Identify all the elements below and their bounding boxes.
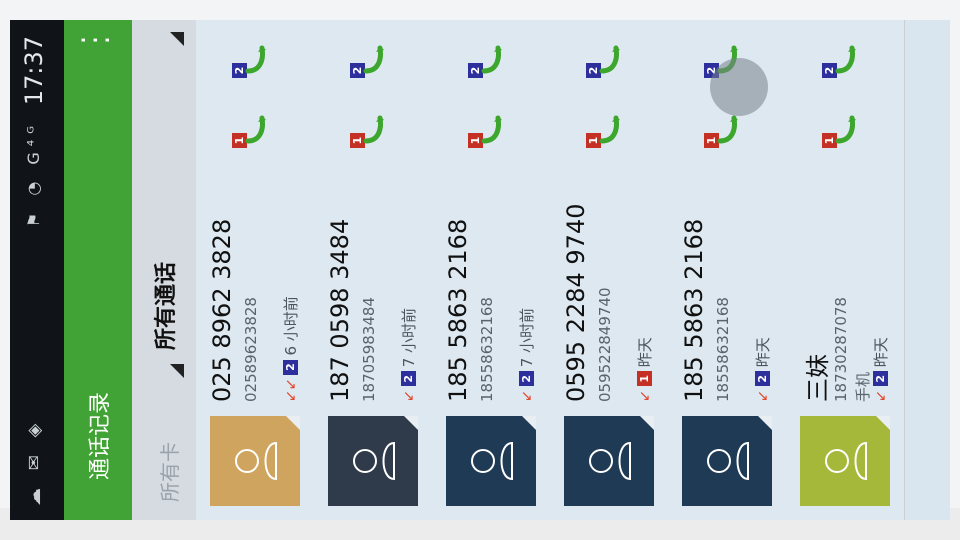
- status-notification-icons: ☁ ✉ ◈: [24, 417, 45, 506]
- person-silhouette-icon: [707, 441, 749, 481]
- quick-contact-corner: [876, 416, 890, 430]
- call-time: 7 小时前: [518, 307, 536, 368]
- phone-handset-icon: [717, 115, 738, 144]
- call-log-row[interactable]: 187 0598 3484 18705983484 ↙ 2 7 小时前 2 1: [314, 20, 433, 520]
- sim-badge: 2: [755, 371, 770, 387]
- person-silhouette-icon: [353, 441, 395, 481]
- call-meta: ↙ 2 7 小时前: [516, 308, 537, 402]
- call-meta: ↙ 2 昨天: [870, 337, 891, 402]
- call-time: 昨天: [872, 337, 890, 368]
- caller-number: 18730287078: [832, 297, 850, 402]
- call-meta: ↙ 1 昨天: [634, 337, 655, 402]
- quick-contact-corner: [640, 416, 654, 430]
- caller-name: 185 5863 2168: [444, 218, 472, 402]
- sim-badge: 2: [283, 359, 298, 375]
- phone-handset-icon: [245, 45, 266, 74]
- caller-number: 18558632168: [714, 297, 732, 402]
- floating-touch-button[interactable]: [710, 58, 768, 116]
- status-time: 17:37: [20, 36, 48, 106]
- call-time: 7 小时前: [400, 307, 418, 368]
- missed-call-arrow-icon: ↙: [518, 390, 535, 402]
- contact-avatar[interactable]: [800, 416, 890, 506]
- quick-contact-corner: [404, 416, 418, 430]
- phone-screen: ☁ ✉ ◈ ⚑ ◔ G⁴ᴳ 17:37 通话记录 · · · 所有卡 所有通话 02…: [10, 20, 950, 520]
- sim1-call-button[interactable]: 1: [704, 110, 744, 150]
- contact-avatar[interactable]: [328, 416, 418, 506]
- call-time: 昨天: [754, 337, 772, 368]
- contact-avatar[interactable]: [564, 416, 654, 506]
- quick-contact-corner: [286, 416, 300, 430]
- sim2-call-button[interactable]: 2: [232, 40, 272, 80]
- caller-name: 187 0598 3484: [326, 218, 354, 402]
- caller-number: 18705983484: [360, 297, 378, 402]
- phone-handset-icon: [245, 115, 266, 144]
- sim-badge: 1: [637, 371, 652, 387]
- quick-contact-corner: [522, 416, 536, 430]
- call-time: 6 小时前: [282, 296, 300, 356]
- missed-call-arrow-icon: ↙: [400, 390, 417, 402]
- sim1-call-button[interactable]: 1: [350, 110, 390, 150]
- status-bar: ☁ ✉ ◈ ⚑ ◔ G⁴ᴳ 17:37: [10, 20, 64, 520]
- call-type-filter-dropdown[interactable]: 所有通话: [148, 262, 180, 350]
- action-bar: 通话记录 · · ·: [64, 20, 132, 520]
- call-log-row[interactable]: 025 8962 3828 02589623828 ↙↙ 2 6 小时前 2 1: [196, 20, 315, 520]
- sim-filter-dropdown[interactable]: 所有卡: [154, 442, 183, 502]
- call-time: 昨天: [636, 337, 654, 368]
- person-silhouette-icon: [589, 441, 631, 481]
- call-log-row[interactable]: 三妹 18730287078 手机 ↙ 2 昨天 2 1: [786, 20, 905, 520]
- call-meta: ↙↙ 2 6 小时前: [280, 296, 301, 402]
- page-title: 通话记录: [88, 391, 113, 480]
- sim1-call-button[interactable]: 1: [822, 110, 862, 150]
- phone-handset-icon: [363, 115, 384, 144]
- missed-call-arrow-icon: ↙: [636, 390, 653, 402]
- call-meta: ↙ 2 昨天: [752, 337, 773, 402]
- phone-handset-icon: [363, 45, 384, 74]
- status-signal-icons: ⚑ ◔ G⁴ᴳ: [24, 120, 43, 228]
- caller-number: 02589623828: [242, 297, 260, 402]
- person-silhouette-icon: [825, 441, 867, 481]
- contact-avatar[interactable]: [446, 416, 536, 506]
- person-silhouette-icon: [471, 441, 513, 481]
- phone-handset-icon: [599, 115, 620, 144]
- contact-avatar[interactable]: [682, 416, 772, 506]
- caller-number: 059522849740: [596, 287, 614, 402]
- sim2-call-button[interactable]: 2: [822, 40, 862, 80]
- missed-call-arrow-icon: ↙: [754, 390, 771, 402]
- call-type-caret-icon: [170, 32, 184, 46]
- phone-handset-icon: [481, 115, 502, 144]
- person-silhouette-icon: [235, 441, 277, 481]
- phone-handset-icon: [481, 45, 502, 74]
- filter-bar: 所有卡 所有通话: [132, 20, 197, 520]
- sim1-call-button[interactable]: 1: [232, 110, 272, 150]
- call-log-row[interactable]: 0595 2284 9740 059522849740 ↙ 1 昨天 2 1: [550, 20, 669, 520]
- missed-call-arrow-icon: ↙: [872, 390, 889, 402]
- sim2-call-button[interactable]: 2: [350, 40, 390, 80]
- phone-handset-icon: [599, 45, 620, 74]
- sim-filter-caret-icon: [170, 364, 184, 378]
- call-log-list: 025 8962 3828 02589623828 ↙↙ 2 6 小时前 2 1 187 05…: [196, 20, 950, 520]
- caller-name: 0595 2284 9740: [562, 203, 590, 403]
- phone-handset-icon: [835, 45, 856, 74]
- caller-number: 18558632168: [478, 297, 496, 402]
- sim1-call-button[interactable]: 1: [586, 110, 626, 150]
- sim-badge: 2: [401, 371, 416, 387]
- call-meta: ↙ 2 7 小时前: [398, 308, 419, 402]
- caller-name: 185 5863 2168: [680, 218, 708, 402]
- sim-badge: 2: [873, 371, 888, 387]
- sim-badge: 2: [519, 371, 534, 387]
- sim2-call-button[interactable]: 2: [468, 40, 508, 80]
- phone-handset-icon: [835, 115, 856, 144]
- sim1-call-button[interactable]: 1: [468, 110, 508, 150]
- caller-name: 025 8962 3828: [208, 218, 236, 402]
- missed-call-arrow-icon: ↙↙: [282, 378, 299, 402]
- sim2-call-button[interactable]: 2: [586, 40, 626, 80]
- call-log-row[interactable]: 185 5863 2168 18558632168 ↙ 2 7 小时前 2 1: [432, 20, 551, 520]
- caller-name: 三妹: [804, 354, 832, 402]
- contact-avatar[interactable]: [210, 416, 300, 506]
- overflow-menu-icon[interactable]: · · ·: [67, 28, 124, 52]
- quick-contact-corner: [758, 416, 772, 430]
